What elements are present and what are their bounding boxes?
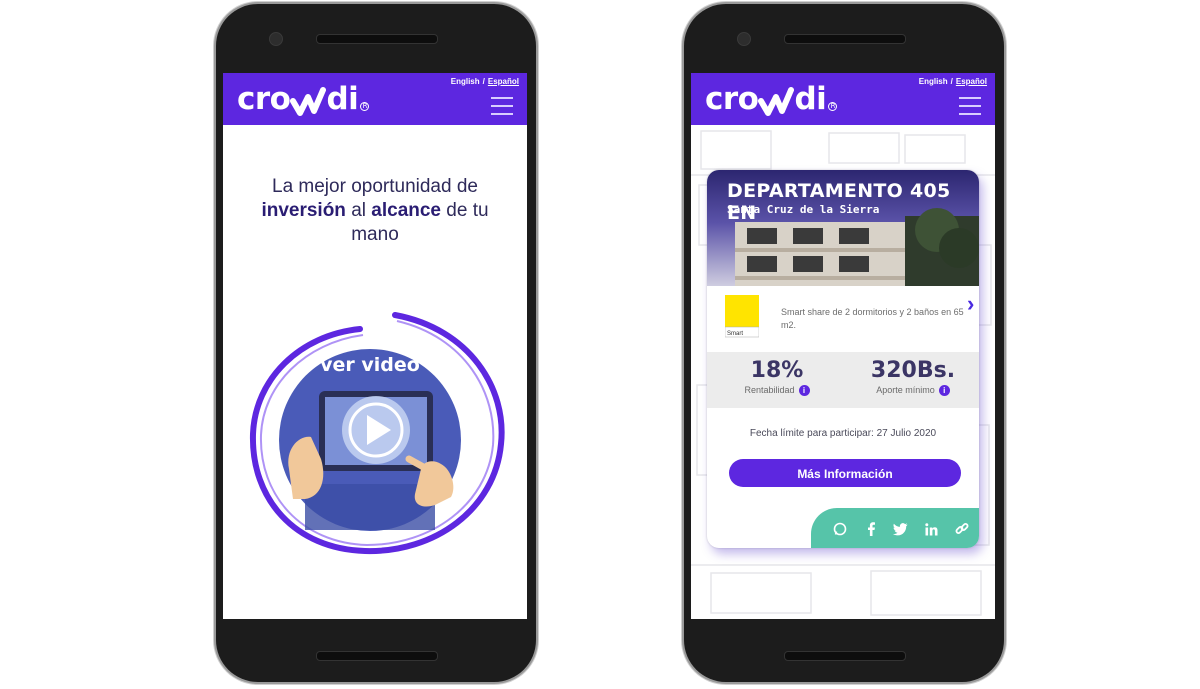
- bottom-speaker: [784, 651, 906, 661]
- video-illustration: ver video: [249, 312, 505, 555]
- logo-check-mark-icon: [758, 87, 795, 116]
- language-switcher: English / Español: [919, 77, 987, 86]
- stat-rentabilidad: 18% Rentabilidad i: [717, 358, 837, 397]
- lang-english-link[interactable]: English: [451, 77, 480, 86]
- lang-spanish-link[interactable]: Español: [488, 77, 519, 86]
- front-camera: [737, 32, 751, 46]
- project-title: DEPARTAMENTO 405 EN: [727, 180, 951, 224]
- info-icon[interactable]: i: [798, 385, 810, 397]
- menu-line: [959, 97, 981, 99]
- linkedin-icon[interactable]: [922, 520, 940, 538]
- facebook-icon[interactable]: [862, 520, 880, 538]
- stat-aporte-minimo: 320Bs. Aporte mínimo i: [853, 358, 973, 397]
- lang-spanish-link[interactable]: Español: [956, 77, 987, 86]
- menu-line: [959, 113, 981, 115]
- front-camera: [269, 32, 283, 46]
- share-bar: [811, 508, 979, 548]
- partner-logo: Smart: [724, 295, 760, 339]
- more-info-button[interactable]: Más Información: [729, 459, 961, 487]
- smart-logo-icon: Smart: [724, 295, 760, 338]
- whatsapp-icon[interactable]: [831, 520, 849, 538]
- lang-english-link[interactable]: English: [919, 77, 948, 86]
- stat-value: 320Bs.: [870, 358, 956, 383]
- earpiece-speaker: [784, 34, 906, 44]
- phone-screen-project: cro di R English / Español DEPARTAMENTO …: [691, 73, 995, 619]
- lang-separator: /: [482, 77, 485, 86]
- crowdi-logo[interactable]: cro di R: [237, 81, 370, 117]
- hero-tagline: La mejor oportunidad de inversión al alc…: [243, 175, 507, 247]
- video-play-button[interactable]: ver video: [245, 309, 505, 559]
- stat-label: Aporte mínimo i: [853, 385, 973, 397]
- carousel-next-icon[interactable]: ›: [967, 291, 974, 317]
- app-header: cro di R English / Español: [691, 73, 995, 125]
- registered-mark-icon: R: [360, 102, 370, 111]
- phone-frame-right: cro di R English / Español DEPARTAMENTO …: [684, 4, 1004, 682]
- project-stats: 18% Rentabilidad i 320Bs. Aporte mínimo i: [707, 352, 979, 408]
- project-card[interactable]: DEPARTAMENTO 405 EN Santa Cruz de la Sie…: [707, 170, 979, 548]
- link-icon[interactable]: [953, 520, 971, 538]
- tagline-text: al: [345, 200, 372, 221]
- crowdi-logo[interactable]: cro di R: [705, 81, 838, 117]
- app-header: cro di R English / Español: [223, 73, 527, 125]
- tagline-text: La mejor oportunidad de: [272, 176, 478, 197]
- twitter-icon[interactable]: [892, 520, 910, 538]
- hamburger-menu-icon[interactable]: [959, 97, 981, 115]
- logo-text-cro: cro: [237, 81, 291, 117]
- video-label: ver video: [320, 354, 420, 376]
- logo-text-cro: cro: [705, 81, 759, 117]
- tagline-highlight-inversion: inversión: [261, 200, 346, 221]
- project-description: Smart share de 2 dormitorios y 2 baños e…: [781, 307, 964, 330]
- menu-line: [491, 113, 513, 115]
- phone-screen-home: cro di R English / Español La mejor opor…: [223, 73, 527, 619]
- tagline-highlight-alcance: alcance: [371, 200, 442, 221]
- menu-line: [491, 97, 513, 99]
- logo-check-mark-icon: [290, 87, 327, 116]
- partner-logo-text: Smart: [727, 331, 743, 337]
- info-icon[interactable]: i: [938, 385, 950, 397]
- language-switcher: English / Español: [451, 77, 519, 86]
- mockup-stage: cro di R English / Español La mejor opor…: [0, 0, 1200, 689]
- logo-text-di: di: [794, 81, 827, 117]
- hamburger-menu-icon[interactable]: [491, 97, 513, 115]
- lang-separator: /: [950, 77, 953, 86]
- bottom-speaker: [316, 651, 438, 661]
- phone-frame-left: cro di R English / Español La mejor opor…: [216, 4, 536, 682]
- registered-mark-icon: R: [828, 102, 838, 111]
- stat-label-text: Rentabilidad: [744, 385, 795, 395]
- participation-deadline: Fecha límite para participar: 27 Julio 2…: [749, 428, 937, 439]
- project-location: Santa Cruz de la Sierra: [727, 203, 880, 216]
- earpiece-speaker: [316, 34, 438, 44]
- logo-text-di: di: [326, 81, 359, 117]
- menu-line: [491, 105, 513, 107]
- stat-label-text: Aporte mínimo: [876, 385, 935, 395]
- menu-line: [959, 105, 981, 107]
- stat-label: Rentabilidad i: [717, 385, 837, 397]
- stat-value: 18%: [750, 358, 804, 383]
